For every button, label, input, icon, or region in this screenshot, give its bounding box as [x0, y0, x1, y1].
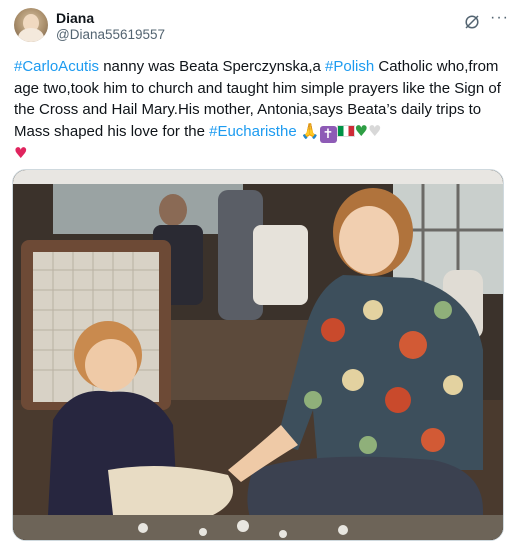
tweet-header: Diana @Diana55619557 ···: [14, 8, 508, 44]
red-heart-emoji: ♥: [14, 143, 28, 162]
grok-icon[interactable]: [464, 14, 480, 30]
praying-hands-emoji: 🙏: [300, 121, 320, 140]
user-display-name[interactable]: Diana: [56, 10, 94, 26]
hashtag-link[interactable]: #Polish: [325, 58, 374, 75]
white-heart-emoji: ♥: [367, 121, 382, 140]
hashtag-link[interactable]: #Eucharisthe: [209, 123, 297, 140]
italy-flag-emoji: [336, 124, 355, 137]
tweet-text-segment: nanny was Beata Sperczynska,a: [99, 58, 326, 75]
photo-illustration: [13, 170, 503, 540]
latin-cross-emoji: ✝: [319, 125, 337, 143]
more-options-icon[interactable]: ···: [490, 10, 509, 26]
tweet-photo[interactable]: [12, 169, 504, 541]
user-handle[interactable]: @Diana55619557: [56, 27, 165, 42]
avatar[interactable]: [14, 8, 48, 42]
green-heart-emoji: ♥: [354, 121, 368, 140]
hashtag-link[interactable]: #CarloAcutis: [14, 58, 99, 75]
tweet-text: #CarloAcutis nanny was Beata Sperczynska…: [14, 56, 504, 164]
